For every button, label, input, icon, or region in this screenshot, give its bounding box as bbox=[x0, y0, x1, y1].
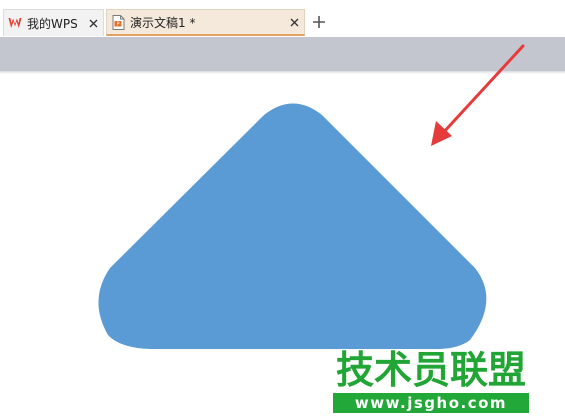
watermark-url: www.jsgho.com bbox=[333, 393, 529, 413]
watermark-title: 技术员联盟 bbox=[336, 348, 527, 392]
red-arrow-annotation bbox=[431, 44, 525, 146]
rounded-triangle-shape[interactable] bbox=[98, 103, 487, 350]
